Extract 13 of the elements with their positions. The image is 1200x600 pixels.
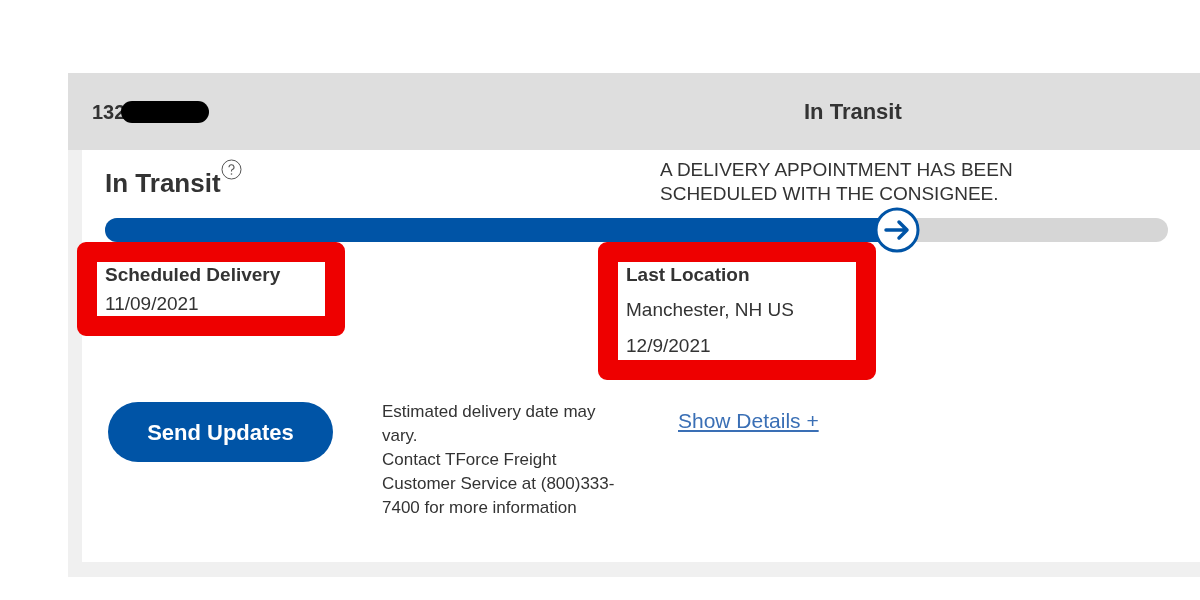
status-title: In Transit	[105, 167, 221, 200]
show-details-link[interactable]: Show Details +	[678, 405, 819, 437]
header-status: In Transit	[804, 98, 902, 126]
detail-label: Scheduled Delivery	[105, 264, 281, 285]
detail-label: Last Location	[626, 264, 750, 285]
delivery-note: Contact TForce Freight Customer Service at (800)333-7400 for more information	[382, 449, 616, 519]
detail-value: Manchester, NH US	[626, 299, 794, 320]
help-icon[interactable]	[220, 159, 242, 180]
detail-value: 11/09/2021	[105, 293, 199, 314]
send-updates-button[interactable]: Send Updates	[108, 402, 333, 462]
delivery-note: Estimated delivery date may vary.	[382, 401, 597, 447]
detail-value: 12/9/2021	[626, 335, 711, 356]
status-message: A DELIVERY APPOINTMENT HAS BEEN SCHEDULED WITH THE CONSIGNEE.	[660, 158, 1014, 206]
